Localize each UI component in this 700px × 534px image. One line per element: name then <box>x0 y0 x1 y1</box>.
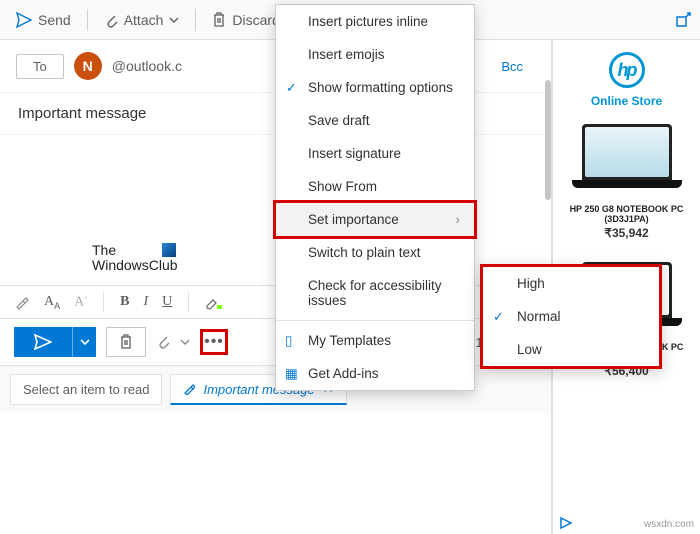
chevron-right-icon: › <box>456 212 461 227</box>
menu-switch-plain[interactable]: Switch to plain text <box>276 236 474 269</box>
templates-icon: ▯ <box>285 333 292 349</box>
bold-button[interactable]: B <box>120 294 129 310</box>
tab-select-item[interactable]: Select an item to read <box>10 374 162 405</box>
menu-label: Get Add-ins <box>308 366 379 381</box>
discard-label: Discard <box>232 12 279 28</box>
menu-insert-signature[interactable]: Insert signature <box>276 137 474 170</box>
font-style-icon[interactable]: AA <box>44 294 60 311</box>
paperclip-icon[interactable] <box>156 333 170 351</box>
chevron-down-icon[interactable] <box>180 337 190 347</box>
menu-set-importance[interactable]: Set importance › <box>273 200 477 239</box>
attach-label: Attach <box>124 12 164 28</box>
avatar: N <box>74 52 102 80</box>
product-price-1: ₹35,942 <box>604 226 648 240</box>
trash-icon <box>119 334 133 350</box>
menu-separator <box>276 320 474 321</box>
menu-insert-pictures[interactable]: Insert pictures inline <box>276 5 474 38</box>
ad-store-label: Online Store <box>591 94 662 108</box>
menu-get-addins[interactable]: ▦ Get Add-ins <box>276 357 474 390</box>
site-watermark: wsxdn.com <box>644 519 694 530</box>
logo-square-icon <box>162 243 176 257</box>
toolbar-separator <box>188 292 189 312</box>
more-actions-button[interactable]: ••• <box>200 329 228 355</box>
italic-button[interactable]: I <box>143 294 148 310</box>
hp-logo-icon[interactable]: hp <box>609 52 645 88</box>
highlight-icon[interactable] <box>205 294 223 310</box>
importance-high[interactable]: High <box>483 267 659 300</box>
product-name-1: HP 250 G8 NOTEBOOK PC (3D3J1PA) <box>553 204 700 224</box>
menu-insert-emojis[interactable]: Insert emojis <box>276 38 474 71</box>
toolbar-separator <box>195 9 196 31</box>
send-split-button <box>14 327 96 357</box>
send-icon <box>34 334 52 350</box>
popout-icon[interactable] <box>674 11 692 29</box>
send-dropdown-button[interactable] <box>72 327 96 357</box>
menu-label: Set importance <box>308 212 399 227</box>
windowsclub-logo: The WindowsClub <box>92 243 178 274</box>
format-painter-icon[interactable] <box>14 294 30 310</box>
importance-normal[interactable]: Normal <box>483 300 659 333</box>
paperclip-icon <box>104 12 118 28</box>
discard-draft-button[interactable] <box>106 327 146 357</box>
product-image-1[interactable] <box>572 124 682 194</box>
importance-submenu: High Normal Low <box>480 264 662 369</box>
adchoices-icon[interactable] <box>559 516 573 530</box>
recipient-email[interactable]: @outlook.c <box>112 58 182 74</box>
addins-icon: ▦ <box>285 366 298 382</box>
importance-low[interactable]: Low <box>483 333 659 366</box>
menu-accessibility[interactable]: Check for accessibility issues <box>276 269 474 317</box>
menu-my-templates[interactable]: ▯ My Templates <box>276 324 474 357</box>
attach-button[interactable]: Attach <box>96 8 188 32</box>
menu-label: My Templates <box>308 333 391 348</box>
trash-icon <box>212 12 226 28</box>
edit-icon <box>183 383 195 395</box>
menu-show-formatting[interactable]: Show formatting options <box>276 71 474 104</box>
chevron-down-icon <box>169 15 179 25</box>
to-button[interactable]: To <box>16 54 64 79</box>
toolbar-separator <box>87 9 88 31</box>
send-primary-button[interactable] <box>14 327 72 357</box>
send-icon <box>16 12 32 28</box>
toolbar-separator <box>103 292 104 312</box>
chevron-down-icon <box>80 337 90 347</box>
menu-show-from[interactable]: Show From <box>276 170 474 203</box>
send-button[interactable]: Send <box>8 8 79 32</box>
more-actions-menu: Insert pictures inline Insert emojis Sho… <box>275 4 475 391</box>
font-size-icon[interactable]: A◦ <box>74 293 87 311</box>
send-label: Send <box>38 12 71 28</box>
bcc-button[interactable]: Bcc <box>501 59 535 74</box>
menu-save-draft[interactable]: Save draft <box>276 104 474 137</box>
underline-button[interactable]: U <box>162 294 172 310</box>
